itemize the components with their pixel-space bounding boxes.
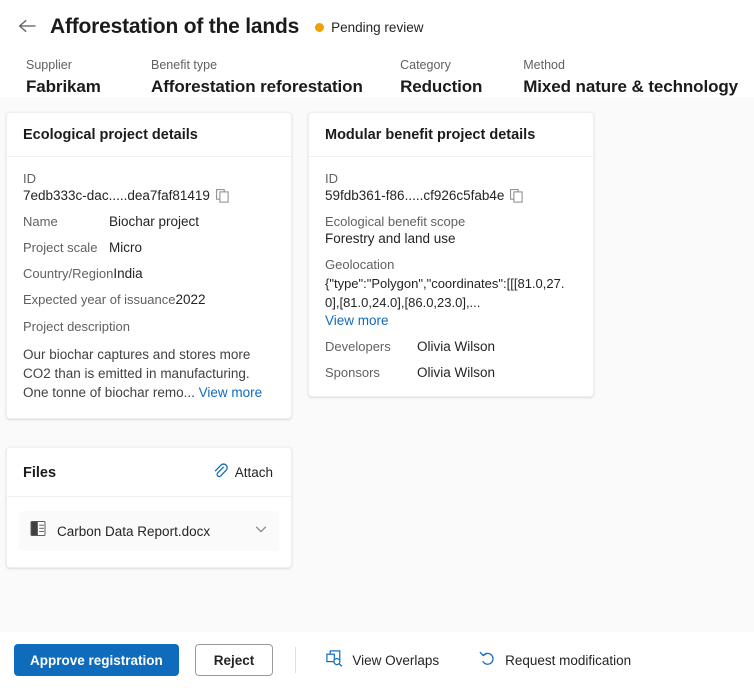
id-value-row: 7edb333c-dac.....dea7faf81419	[23, 188, 275, 203]
field-project-scale: Project scale Micro	[23, 240, 275, 255]
meta-item-method: Method Mixed nature & technology	[523, 58, 738, 97]
files-card-body: Carbon Data Report.docx	[7, 497, 291, 567]
back-button[interactable]	[14, 13, 42, 41]
page-header: Afforestation of the lands Pending revie…	[0, 0, 754, 97]
view-more-link[interactable]: View more	[199, 385, 263, 400]
undo-arrow-icon	[479, 650, 496, 670]
approve-registration-button[interactable]: Approve registration	[14, 644, 179, 676]
field-value: Micro	[109, 240, 142, 255]
view-more-link[interactable]: View more	[325, 313, 577, 328]
field-expected-year-of-issuance: Expected year of issuance 2022	[23, 292, 275, 307]
field-label: Sponsors	[325, 365, 380, 380]
project-detail-page: Afforestation of the lands Pending revie…	[0, 0, 754, 688]
files-title: Files	[23, 464, 57, 481]
field-id: ID 59fdb361-f86.....cf926c5fab4e	[325, 171, 577, 203]
meta-label: Method	[523, 58, 565, 72]
field-ecological-benefit-scope: Ecological benefit scope Forestry and la…	[325, 214, 577, 246]
paperclip-icon	[213, 463, 228, 482]
request-modification-button[interactable]: Request modification	[473, 646, 637, 674]
field-label: Country/Region	[23, 266, 114, 281]
field-value: India	[113, 266, 143, 281]
title-row: Afforestation of the lands Pending revie…	[14, 10, 738, 44]
meta-value: Fabrikam	[26, 77, 101, 96]
card-body: ID 59fdb361-f86.....cf926c5fab4e Ecologi…	[309, 157, 593, 396]
meta-value: Reduction	[400, 77, 483, 96]
field-value: 2022	[175, 292, 206, 307]
status-label: Pending review	[331, 19, 424, 35]
field-value: Olivia Wilson	[417, 365, 496, 380]
field-value: Olivia Wilson	[417, 339, 496, 354]
status-dot-icon	[315, 22, 325, 32]
meta-value: Afforestation reforestation	[151, 77, 363, 96]
copy-icon[interactable]	[510, 188, 523, 203]
action-bar: Approve registration Reject View Overlap…	[0, 632, 754, 688]
meta-label: Supplier	[26, 58, 72, 72]
meta-summary-row: Supplier Fabrikam Benefit type Afforesta…	[14, 44, 738, 97]
field-label: Ecological benefit scope	[325, 214, 466, 229]
chevron-down-icon[interactable]	[253, 521, 269, 542]
field-label: Name	[23, 214, 58, 229]
view-overlaps-label: View Overlaps	[352, 652, 440, 668]
field-label: Geolocation	[325, 257, 395, 272]
cards-row: Ecological project details ID 7edb333c-d…	[0, 112, 754, 419]
field-value: 59fdb361-f86.....cf926c5fab4e	[325, 188, 505, 203]
status-badge: Pending review	[315, 20, 423, 35]
field-label: ID	[23, 171, 36, 186]
field-value: Biochar project	[109, 214, 200, 229]
view-overlaps-button[interactable]: View Overlaps	[320, 646, 445, 674]
field-name: Name Biochar project	[23, 214, 275, 229]
copy-icon[interactable]	[216, 188, 229, 203]
attach-label: Attach	[234, 465, 273, 480]
field-label: Project scale	[23, 240, 98, 255]
field-geolocation: Geolocation {"type":"Polygon","coordinat…	[325, 257, 577, 328]
modular-benefit-project-details-card: Modular benefit project details ID 59fdb…	[308, 112, 594, 397]
field-country-region: Country/Region India	[23, 266, 275, 281]
request-modification-label: Request modification	[505, 652, 632, 668]
field-sponsors: Sponsors Olivia Wilson	[325, 365, 577, 380]
files-card: Files Attach Carbon Data Report.docx	[6, 447, 292, 568]
field-label: Expected year of issuance	[23, 292, 176, 307]
meta-item-supplier: Supplier Fabrikam	[26, 58, 151, 97]
word-document-icon	[30, 520, 47, 542]
field-label: Developers	[325, 339, 391, 354]
attach-button[interactable]: Attach	[209, 461, 277, 484]
field-developers: Developers Olivia Wilson	[325, 339, 577, 354]
description-text: Our biochar captures and stores more CO2…	[23, 345, 275, 402]
action-bar-divider	[295, 647, 297, 673]
ecological-project-details-card: Ecological project details ID 7edb333c-d…	[6, 112, 292, 419]
field-label: ID	[325, 171, 338, 186]
meta-item-benefit-type: Benefit type Afforestation reforestation	[151, 58, 400, 97]
meta-item-category: Category Reduction	[400, 58, 523, 97]
card-title: Ecological project details	[7, 113, 291, 157]
file-list-item[interactable]: Carbon Data Report.docx	[19, 511, 279, 551]
field-project-description: Project description Our biochar captures…	[23, 318, 275, 402]
meta-label: Category	[400, 58, 451, 72]
file-name-label: Carbon Data Report.docx	[57, 523, 211, 539]
overlap-search-icon	[326, 650, 343, 670]
content-area: Ecological project details ID 7edb333c-d…	[0, 97, 754, 632]
back-arrow-icon	[18, 18, 38, 37]
meta-label: Benefit type	[151, 58, 218, 72]
field-id: ID 7edb333c-dac.....dea7faf81419	[23, 171, 275, 203]
reject-button[interactable]: Reject	[194, 644, 274, 676]
files-card-header: Files Attach	[7, 448, 291, 497]
id-value-row: 59fdb361-f86.....cf926c5fab4e	[325, 188, 577, 203]
card-body: ID 7edb333c-dac.....dea7faf81419 Name Bi…	[7, 157, 291, 418]
meta-value: Mixed nature & technology	[523, 77, 738, 96]
field-value: 7edb333c-dac.....dea7faf81419	[23, 188, 210, 203]
geolocation-value: {"type":"Polygon","coordinates":[[[81.0,…	[325, 276, 565, 310]
field-label: Project description	[23, 319, 130, 334]
page-title: Afforestation of the lands	[50, 15, 300, 38]
field-value: Forestry and land use	[325, 231, 456, 246]
card-title: Modular benefit project details	[309, 113, 593, 157]
